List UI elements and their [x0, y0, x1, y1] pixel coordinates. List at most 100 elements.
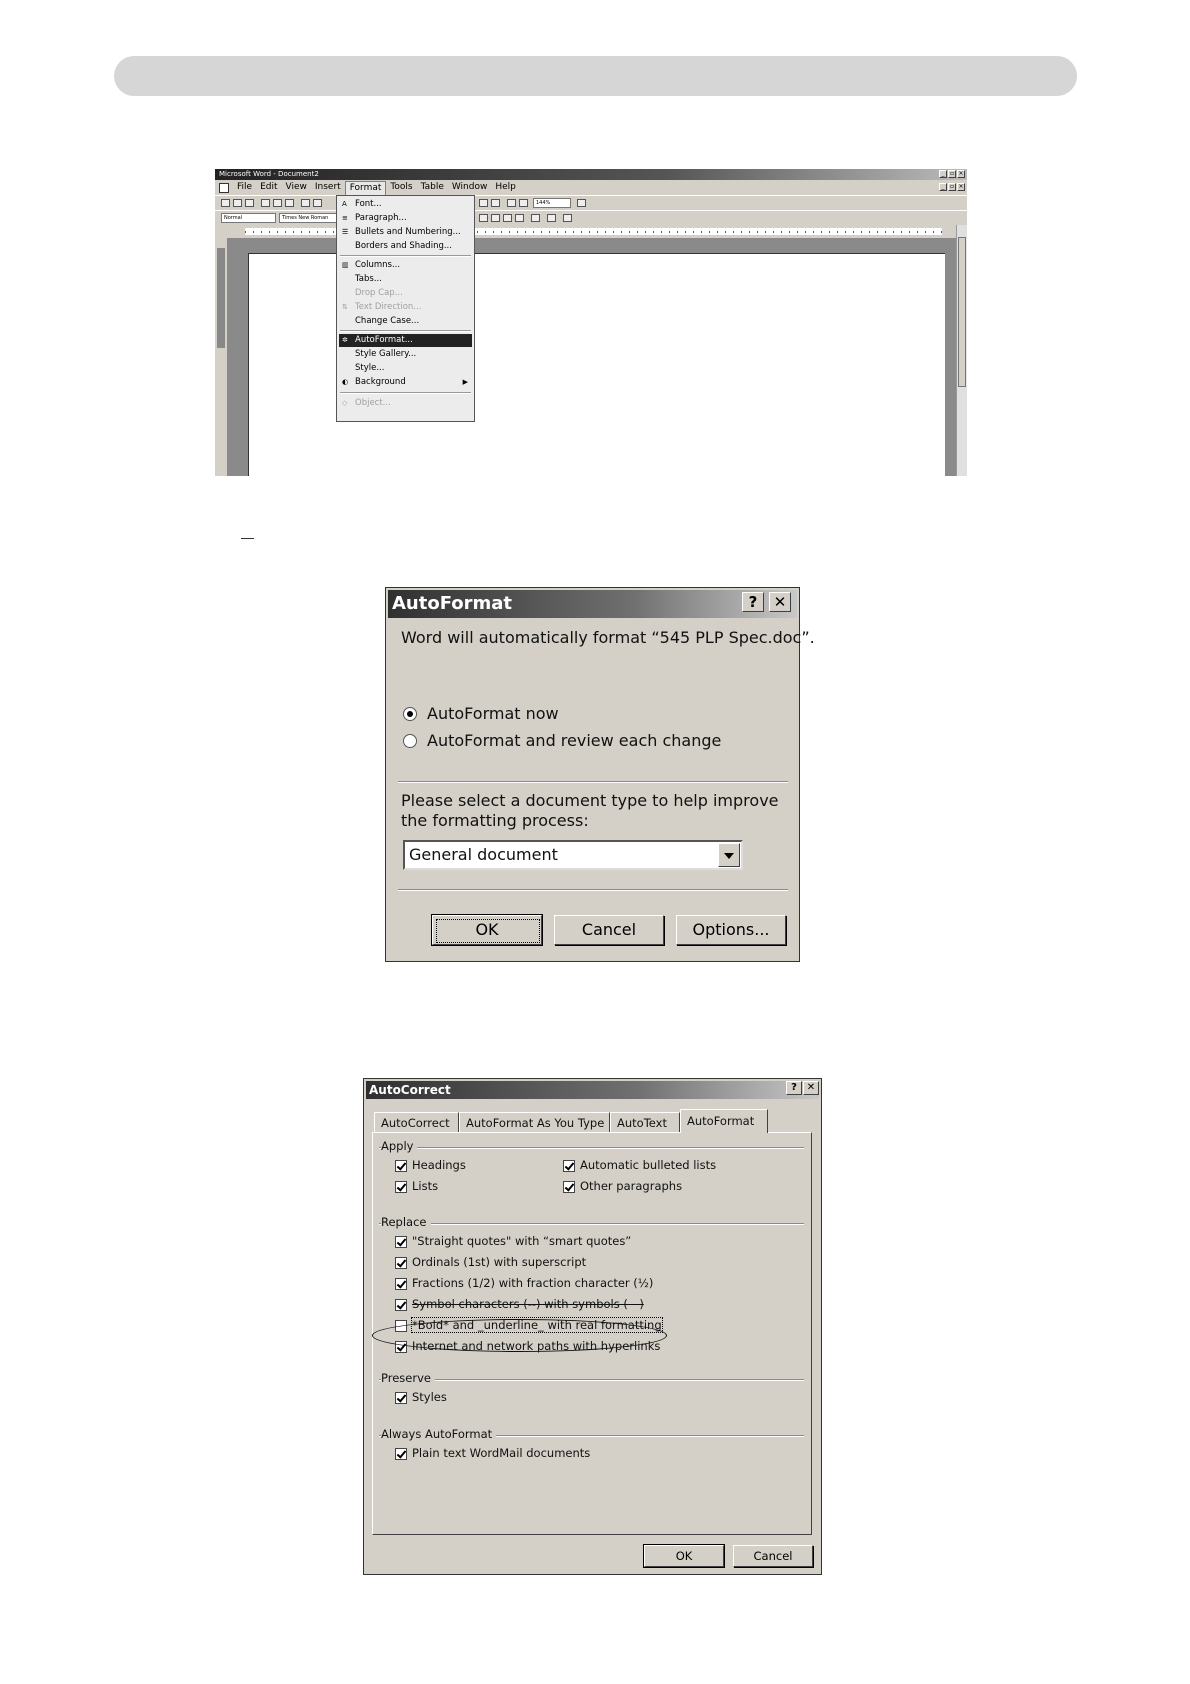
font-combo[interactable]: Times New Roman [279, 213, 337, 223]
borders-icon[interactable] [531, 214, 540, 222]
scroll-thumb[interactable] [958, 237, 966, 387]
spelling-icon[interactable] [285, 199, 294, 207]
doc-restore-button[interactable]: ▫ [948, 183, 956, 191]
options-button[interactable]: Options... [676, 915, 786, 945]
menu-item-tabs[interactable]: Tabs... [339, 273, 472, 286]
open-icon[interactable] [233, 199, 242, 207]
menu-item-background[interactable]: ◐ Background ▶ [339, 376, 472, 389]
menu-item-autoformat[interactable]: ✲ AutoFormat... [339, 334, 472, 347]
divider [398, 889, 788, 891]
save-icon[interactable] [245, 199, 254, 207]
header-bar [114, 56, 1077, 96]
close-button[interactable]: × [957, 170, 965, 178]
checkbox-smart-quotes-label[interactable]: "Straight quotes" with “smart quotes” [412, 1234, 631, 1248]
tab-autoformat[interactable]: AutoFormat [680, 1109, 768, 1133]
chevron-down-icon[interactable] [718, 843, 740, 867]
close-button[interactable]: ✕ [803, 1081, 819, 1095]
document-icon[interactable] [219, 182, 229, 193]
tab-autotext[interactable]: AutoText [610, 1112, 680, 1132]
menu-tools[interactable]: Tools [386, 180, 416, 195]
menu-table[interactable]: Table [417, 180, 448, 195]
dialog-title-bar: AutoCorrect [366, 1081, 819, 1099]
checkbox-fractions-label[interactable]: Fractions (1/2) with fraction character … [412, 1276, 653, 1290]
menu-item-style[interactable]: Style... [339, 362, 472, 375]
zoom-combo[interactable]: 144% [533, 198, 571, 208]
highlight-icon[interactable] [547, 214, 556, 222]
checkbox-headings[interactable] [395, 1160, 407, 1172]
menu-help[interactable]: Help [491, 180, 520, 195]
style-combo[interactable]: Normal [221, 213, 276, 223]
columns-icon[interactable] [479, 199, 488, 207]
increase-indent-icon[interactable] [515, 214, 524, 222]
dialog-title: AutoCorrect [369, 1083, 451, 1097]
doc-minimize-button[interactable]: _ [939, 183, 947, 191]
help-button[interactable]: ? [786, 1081, 802, 1095]
checkbox-other-paragraphs-label[interactable]: Other paragraphs [580, 1179, 682, 1193]
font-icon: A [342, 200, 347, 208]
copy-icon[interactable] [313, 199, 322, 207]
menu-edit[interactable]: Edit [256, 180, 281, 195]
document-type-select[interactable]: General document [403, 840, 743, 870]
justify-icon[interactable] [479, 214, 488, 222]
checkbox-smart-quotes[interactable] [395, 1236, 407, 1248]
menu-view[interactable]: View [282, 180, 311, 195]
checkbox-ordinals-label[interactable]: Ordinals (1st) with superscript [412, 1255, 586, 1269]
menu-item-style-gallery[interactable]: Style Gallery... [339, 348, 472, 361]
tab-autocorrect[interactable]: AutoCorrect [374, 1112, 459, 1132]
font-color-icon[interactable] [563, 214, 572, 222]
menu-file[interactable]: File [233, 180, 256, 195]
cancel-button[interactable]: Cancel [554, 915, 664, 945]
doc-close-button[interactable]: × [957, 183, 965, 191]
menu-item-bullets[interactable]: ☰ Bullets and Numbering... [339, 226, 472, 239]
checkbox-ordinals[interactable] [395, 1257, 407, 1269]
menu-insert[interactable]: Insert [311, 180, 345, 195]
radio-autoformat-review[interactable] [403, 734, 417, 748]
doc-type-prompt-line2: the formatting process: [401, 811, 589, 830]
checkbox-styles-label[interactable]: Styles [412, 1390, 447, 1404]
checkbox-lists[interactable] [395, 1181, 407, 1193]
checkbox-headings-label[interactable]: Headings [412, 1158, 466, 1172]
minimize-button[interactable]: _ [939, 170, 947, 178]
checkbox-fractions[interactable] [395, 1278, 407, 1290]
help-button[interactable]: ? [742, 592, 764, 612]
menu-item-change-case[interactable]: Change Case... [339, 315, 472, 328]
radio-autoformat-now-label[interactable]: AutoFormat now [427, 704, 559, 723]
checkbox-symbols[interactable] [395, 1299, 407, 1311]
restore-button[interactable]: ▫ [948, 170, 956, 178]
doc-type-prompt-line1: Please select a document type to help im… [401, 791, 779, 810]
checkbox-plain-text-wordmail[interactable] [395, 1448, 407, 1460]
checkbox-bulleted-lists[interactable] [563, 1160, 575, 1172]
radio-autoformat-now[interactable] [403, 707, 417, 721]
checkbox-lists-label[interactable]: Lists [412, 1179, 438, 1193]
menu-item-borders[interactable]: Borders and Shading... [339, 240, 472, 253]
cancel-button[interactable]: Cancel [733, 1545, 813, 1567]
numbering-icon[interactable] [491, 214, 500, 222]
menu-item-font[interactable]: A Font... [339, 198, 472, 211]
text-direction-icon: ⇅ [342, 303, 348, 311]
show-hide-icon[interactable] [519, 199, 528, 207]
new-icon[interactable] [221, 199, 230, 207]
word-menubar: File Edit View Insert Format Tools Table… [215, 180, 967, 195]
drawing-icon[interactable] [491, 199, 500, 207]
menu-item-paragraph[interactable]: ≡ Paragraph... [339, 212, 472, 225]
checkbox-other-paragraphs[interactable] [563, 1181, 575, 1193]
tab-autoformat-as-you-type[interactable]: AutoFormat As You Type [459, 1112, 610, 1132]
ok-button[interactable]: OK [643, 1544, 725, 1568]
menu-window[interactable]: Window [448, 180, 492, 195]
cut-icon[interactable] [301, 199, 310, 207]
menu-item-columns[interactable]: ▥ Columns... [339, 259, 472, 272]
print-icon[interactable] [261, 199, 270, 207]
checkbox-plain-text-wordmail-label[interactable]: Plain text WordMail documents [412, 1446, 590, 1460]
help-icon[interactable] [577, 199, 586, 207]
checkbox-symbols-label[interactable]: Symbol characters (--) with symbols (—) [412, 1297, 644, 1311]
checkbox-styles[interactable] [395, 1392, 407, 1404]
close-button[interactable]: ✕ [769, 592, 791, 612]
vertical-scrollbar[interactable] [956, 225, 967, 476]
radio-autoformat-review-label[interactable]: AutoFormat and review each change [427, 731, 721, 750]
menu-item-object: ◇ Object... [342, 398, 391, 408]
preview-icon[interactable] [273, 199, 282, 207]
checkbox-bulleted-lists-label[interactable]: Automatic bulleted lists [580, 1158, 716, 1172]
document-map-icon[interactable] [507, 199, 516, 207]
decrease-indent-icon[interactable] [503, 214, 512, 222]
menu-format[interactable]: Format [344, 180, 387, 195]
